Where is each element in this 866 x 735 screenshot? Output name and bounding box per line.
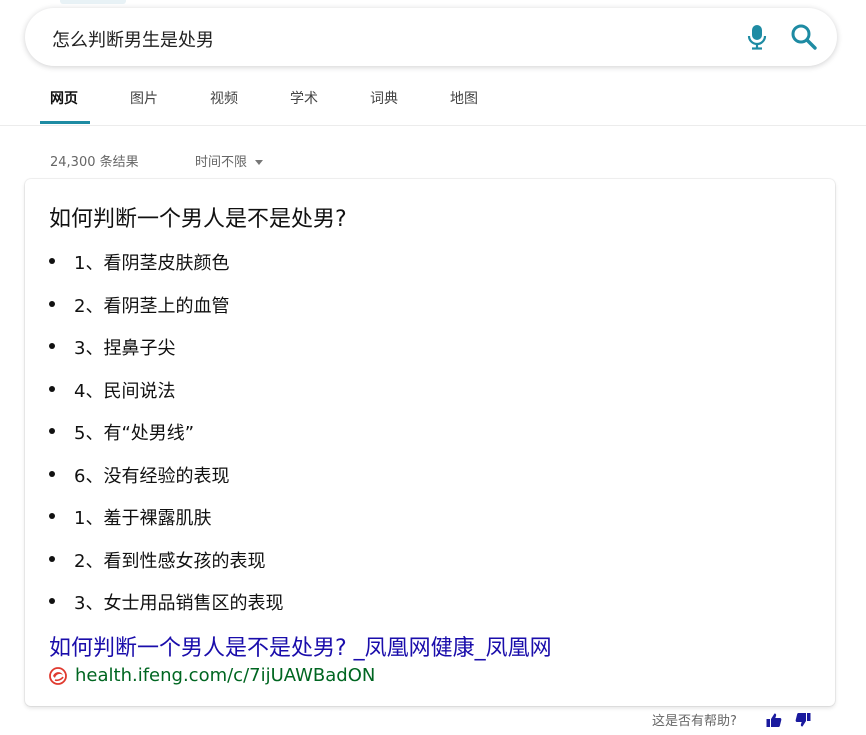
list-item: 4、民间说法 [49, 377, 283, 420]
list-item: 2、看到性感女孩的表现 [49, 547, 283, 590]
ifeng-logo-icon [49, 666, 67, 685]
list-item: 6、没有经验的表现 [49, 462, 283, 505]
list-item-text: 4、民间说法 [74, 380, 176, 402]
bullet-icon [49, 470, 55, 477]
search-input[interactable]: 怎么判断男生是处男 [52, 26, 214, 52]
time-filter-label: 时间不限 [195, 155, 248, 170]
active-tab-indicator [40, 121, 90, 124]
list-item-text: 3、女士用品销售区的表现 [74, 593, 284, 614]
top-accent-bar [60, 0, 126, 4]
tab-dictionary[interactable]: 词典 [370, 88, 398, 108]
answer-title: 如何判断一个男人是不是处男? [49, 207, 347, 232]
list-item-text: 6、没有经验的表现 [74, 465, 230, 487]
answer-list: 1、看阴茎皮肤颜色 2、看阴茎上的血管 3、捏鼻子尖 4、民间说法 5、有“处男… [49, 249, 283, 632]
tab-bar: 网页 图片 视频 学术 词典 地图 [0, 78, 866, 126]
list-item: 2、看阴茎上的血管 [49, 292, 283, 335]
bullet-icon [49, 385, 55, 392]
thumbs-up-icon[interactable] [765, 711, 783, 729]
caret-down-icon [255, 160, 264, 165]
list-item-text: 1、羞于裸露肌肤 [74, 508, 212, 529]
answer-card: 如何判断一个男人是不是处男? 1、看阴茎皮肤颜色 2、看阴茎上的血管 3、捏鼻子… [25, 179, 835, 706]
list-item-text: 1、看阴茎皮肤颜色 [74, 253, 230, 274]
tab-academic[interactable]: 学术 [290, 88, 318, 108]
list-item-text: 5、有“处男线” [74, 423, 195, 444]
bullet-icon [49, 343, 55, 349]
list-item: 1、羞于裸露肌肤 [49, 504, 283, 547]
bullet-icon [49, 513, 55, 519]
list-item: 5、有“处男线” [49, 419, 283, 462]
bullet-icon [49, 598, 55, 604]
result-link-url[interactable]: health.ifeng.com/c/7ijUAWBadON [49, 665, 375, 686]
bullet-icon [49, 555, 55, 562]
time-filter-dropdown[interactable]: 时间不限 [195, 151, 264, 170]
result-url-text: health.ifeng.com/c/7ijUAWBadON [75, 665, 376, 686]
search-icon[interactable] [788, 21, 820, 53]
list-item-text: 3、捏鼻子尖 [74, 338, 176, 359]
list-item-text: 2、看到性感女孩的表现 [74, 550, 266, 572]
result-count: 24,300 条结果 [50, 155, 139, 170]
tab-maps[interactable]: 地图 [450, 88, 478, 108]
bullet-icon [49, 258, 55, 264]
search-box[interactable]: 怎么判断男生是处男 [25, 8, 837, 66]
tab-images[interactable]: 图片 [130, 88, 158, 108]
list-item: 1、看阴茎皮肤颜色 [49, 249, 283, 292]
tab-web[interactable]: 网页 [50, 88, 78, 108]
bullet-icon [49, 300, 55, 307]
list-item-text: 2、看阴茎上的血管 [74, 295, 230, 317]
thumbs-down-icon[interactable] [794, 711, 812, 729]
list-item: 3、捏鼻子尖 [49, 334, 283, 377]
bullet-icon [49, 428, 55, 434]
result-link-title[interactable]: 如何判断一个男人是不是处男? _凤凰网健康_凤凰网 [49, 630, 552, 662]
microphone-icon[interactable] [743, 21, 771, 53]
list-item: 3、女士用品销售区的表现 [49, 589, 283, 632]
tab-videos[interactable]: 视频 [210, 88, 238, 108]
feedback-label: 这是否有帮助? [652, 714, 737, 729]
